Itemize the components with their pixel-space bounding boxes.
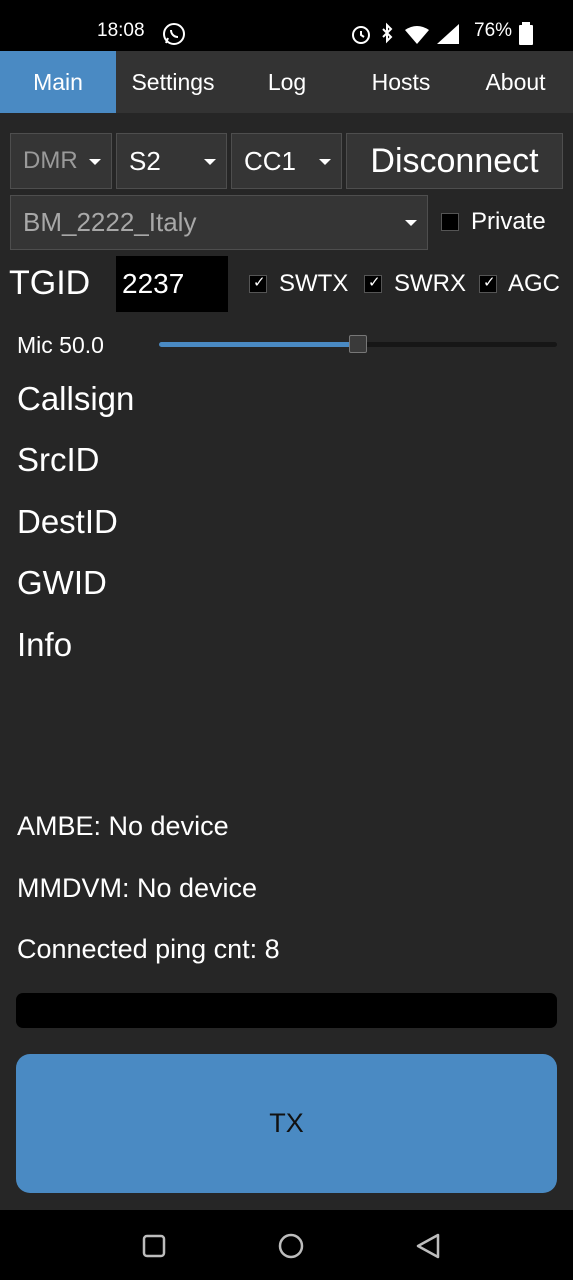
- dropdown-arrow-icon: [204, 159, 216, 165]
- swtx-label: SWTX: [279, 270, 349, 297]
- info-field: Info: [17, 626, 73, 663]
- system-status-icons: [352, 22, 459, 44]
- audio-level-bar: [16, 993, 557, 1028]
- private-checkbox[interactable]: [441, 213, 459, 231]
- battery-icon: [519, 22, 533, 45]
- mode-select[interactable]: DMR: [10, 133, 112, 189]
- home-circle-icon[interactable]: [277, 1232, 305, 1260]
- tab-main[interactable]: Main: [0, 51, 116, 113]
- tab-about[interactable]: About: [458, 51, 573, 113]
- agc-label: AGC: [508, 270, 561, 297]
- wifi-icon: [405, 26, 429, 44]
- tgid-label: TGID: [9, 264, 91, 302]
- back-triangle-icon[interactable]: [414, 1232, 442, 1260]
- recents-square-icon[interactable]: [141, 1233, 167, 1259]
- bluetooth-icon: [382, 22, 393, 44]
- dropdown-arrow-icon: [405, 220, 417, 226]
- ambe-status: AMBE: No device: [17, 811, 229, 841]
- clock: 18:08: [97, 20, 145, 41]
- battery-percent: 76%: [474, 20, 513, 41]
- mode-select-value: DMR: [23, 147, 78, 174]
- slot-select-value: S2: [129, 146, 161, 176]
- mic-slider[interactable]: [159, 335, 557, 353]
- tab-bar: Main Settings Log Hosts About: [0, 51, 573, 113]
- mic-slider-handle[interactable]: [349, 335, 367, 353]
- ping-status: Connected ping cnt: 8: [17, 934, 280, 964]
- mic-slider-fill: [159, 342, 358, 347]
- srcid-field: SrcID: [17, 441, 100, 478]
- host-select[interactable]: BM_2222_Italy: [10, 195, 428, 250]
- status-bar: 18:08 76%: [0, 0, 573, 51]
- mic-label: Mic 50.0: [17, 332, 104, 358]
- cc-select-value: CC1: [244, 146, 297, 176]
- callsign-field: Callsign: [17, 380, 135, 417]
- tab-log[interactable]: Log: [230, 51, 344, 113]
- navigation-bar: [0, 1210, 573, 1280]
- host-select-value: BM_2222_Italy: [23, 207, 197, 237]
- destid-field: DestID: [17, 503, 118, 540]
- swrx-label: SWRX: [394, 270, 466, 297]
- disconnect-button[interactable]: Disconnect: [346, 133, 563, 189]
- cc-select[interactable]: CC1: [231, 133, 342, 189]
- swtx-checkbox[interactable]: [249, 273, 267, 293]
- tab-settings[interactable]: Settings: [116, 51, 230, 113]
- gwid-field: GWID: [17, 564, 107, 601]
- slot-select[interactable]: S2: [116, 133, 227, 189]
- whatsapp-icon: [163, 23, 185, 45]
- tgid-value: 2237: [122, 268, 185, 299]
- mmdvm-status: MMDVM: No device: [17, 873, 258, 903]
- tx-button[interactable]: TX: [16, 1054, 557, 1193]
- alarm-icon: [352, 26, 370, 44]
- tgid-input[interactable]: 2237: [116, 256, 228, 312]
- private-label: Private: [471, 208, 546, 235]
- dropdown-arrow-icon: [319, 159, 331, 165]
- signal-icon: [437, 24, 459, 44]
- tab-hosts[interactable]: Hosts: [344, 51, 458, 113]
- swrx-checkbox[interactable]: [364, 273, 382, 293]
- dropdown-arrow-icon: [89, 159, 101, 165]
- agc-checkbox[interactable]: [479, 273, 497, 293]
